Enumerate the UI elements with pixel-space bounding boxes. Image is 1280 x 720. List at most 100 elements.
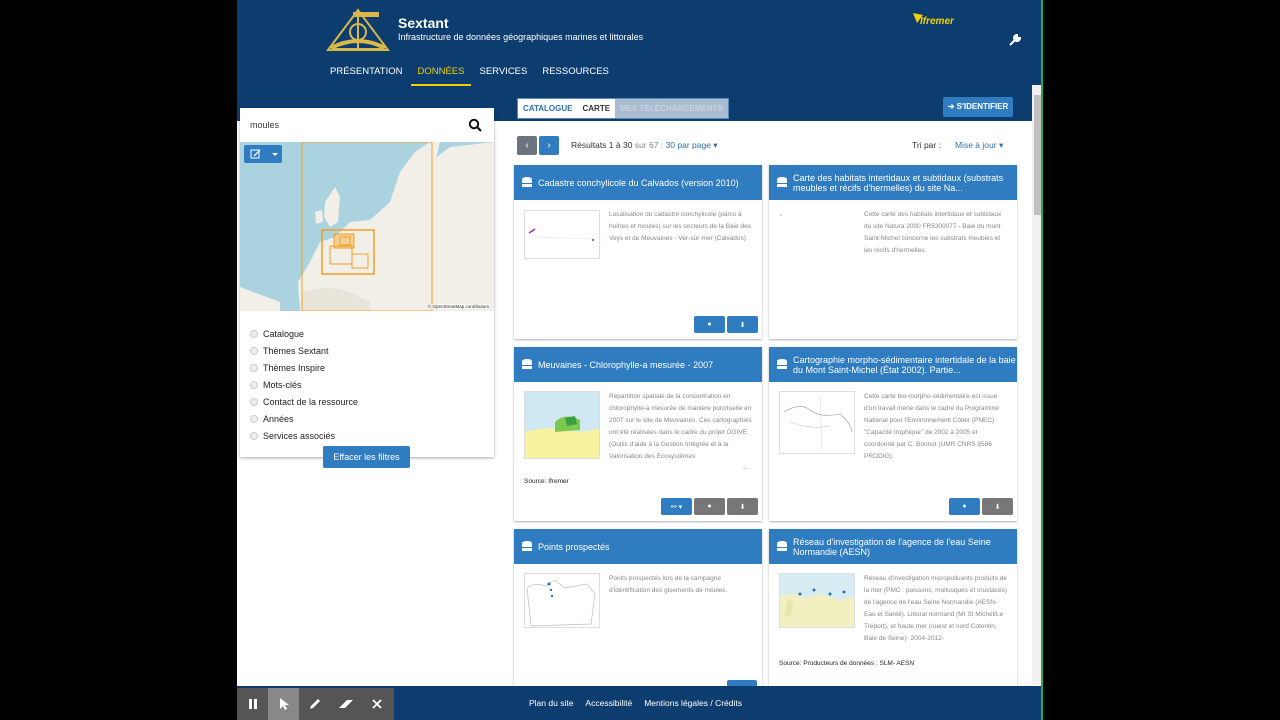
view-map-button[interactable]: ● — [694, 498, 725, 515]
facet-list: Catalogue Thèmes Sextant Thèmes Inspire … — [250, 325, 358, 444]
previous-page-button[interactable]: ‹ — [517, 136, 537, 155]
result-card[interactable]: Cadastre conchylicole du Calvados (versi… — [514, 165, 762, 339]
facet-label: Thèmes Sextant — [263, 345, 329, 356]
database-icon — [777, 176, 787, 187]
database-icon — [522, 358, 532, 369]
search-panel: © OpenStreetMap contributors Catalogue T… — [240, 108, 494, 468]
facet-label: Services associés — [263, 430, 336, 441]
results-summary: Résultats 1 à 30 sur 67 : 30 par page ▾ — [571, 140, 718, 151]
pause-button[interactable] — [237, 688, 268, 720]
card-title[interactable]: Meuvaines - Chlorophylle-a mesurée - 200… — [538, 360, 713, 370]
view-map-button[interactable]: ● — [694, 316, 725, 333]
card-title[interactable]: Points prospectés — [538, 542, 610, 552]
card-title[interactable]: Carte des habitats intertidaux et subtid… — [793, 173, 1017, 193]
card-header[interactable]: Réseau d'investigation de l'agence de l'… — [769, 529, 1017, 564]
site-name[interactable]: Sextant — [398, 15, 449, 31]
footer-link-accessibilite[interactable]: Accessibilité — [585, 698, 632, 708]
card-description: Localisation du cadastre conchylicole (p… — [609, 211, 751, 242]
card-description: Répartition spatiale de la concentration… — [609, 393, 752, 460]
eraser-icon — [338, 700, 353, 708]
card-header[interactable]: Meuvaines - Chlorophylle-a mesurée - 200… — [514, 347, 762, 382]
facet-services-associes[interactable]: Services associés — [250, 427, 358, 444]
view-map-button[interactable]: ● — [949, 498, 980, 515]
facet-bullet-icon — [250, 329, 258, 338]
result-card[interactable]: Réseau d'investigation de l'agence de l'… — [769, 529, 1017, 686]
facet-themes-inspire[interactable]: Thèmes Inspire — [250, 359, 358, 376]
facet-label: Catalogue — [263, 328, 305, 339]
caret-down-icon: ▾ — [996, 140, 1004, 150]
scroll-thumb[interactable] — [1034, 95, 1041, 215]
card-thumbnail — [524, 391, 600, 459]
nav-services[interactable]: SERVICES — [472, 63, 534, 86]
facet-themes-sextant[interactable]: Thèmes Sextant — [250, 342, 358, 359]
sign-in-icon: ➜ — [947, 102, 957, 111]
facet-label: Contact de la ressource — [263, 396, 359, 407]
facet-contact[interactable]: Contact de la ressource — [250, 393, 358, 410]
card-source: Source: Ifremer — [524, 478, 569, 485]
card-header[interactable]: Cartographie morpho-sédimentaire interti… — [769, 347, 1017, 382]
thumbnail-image — [526, 579, 596, 627]
login-button[interactable]: ➜ S'IDENTIFIER — [943, 97, 1013, 117]
sort-value: Mise à jour — [955, 140, 997, 150]
sort-dropdown[interactable]: Mise à jour ▾ — [955, 140, 1003, 151]
ifremer-logo[interactable]: Ifremer — [913, 13, 959, 29]
pen-tool-button[interactable] — [299, 688, 330, 720]
per-page-dropdown[interactable]: 30 par page — [666, 140, 711, 150]
map-credit[interactable]: © OpenStreetMap contributors — [426, 304, 490, 309]
card-header[interactable]: Points prospectés — [514, 529, 762, 564]
result-card[interactable]: Meuvaines - Chlorophylle-a mesurée - 200… — [514, 347, 762, 521]
nav-ressources[interactable]: RESSOURCES — [535, 63, 616, 86]
pointer-tool-button[interactable] — [268, 688, 299, 720]
search-input[interactable] — [250, 117, 450, 133]
wrench-icon[interactable] — [1008, 33, 1022, 47]
sextant-logo[interactable] — [323, 4, 393, 56]
download-button[interactable]: ⬇ — [727, 316, 758, 333]
card-title[interactable]: Cartographie morpho-sédimentaire interti… — [793, 355, 1017, 375]
next-page-button[interactable]: › — [539, 136, 559, 155]
login-label: S'IDENTIFIER — [956, 102, 1009, 111]
footer-link-plan-du-site[interactable]: Plan du site — [529, 698, 573, 708]
results-range: Résultats 1 à 30 — [571, 140, 633, 150]
card-header[interactable]: Carte des habitats intertidaux et subtid… — [769, 165, 1017, 200]
facet-bullet-icon — [250, 363, 258, 372]
result-card[interactable]: Cartographie morpho-sédimentaire interti… — [769, 347, 1017, 521]
tab-catalogue[interactable]: CATALOGUE — [518, 99, 578, 118]
search-icon[interactable] — [468, 118, 482, 132]
thumbnail-image — [783, 393, 853, 453]
database-icon — [777, 540, 787, 551]
card-header[interactable]: Cadastre conchylicole du Calvados (versi… — [514, 165, 762, 200]
card-source: Source: Producteurs de données : SLM- AE… — [779, 660, 915, 667]
tab-carte[interactable]: CARTE — [577, 99, 616, 118]
draw-extent-button[interactable] — [244, 145, 282, 163]
card-thumbnail — [524, 573, 600, 628]
facet-annees[interactable]: Années — [250, 410, 358, 427]
nav-presentation[interactable]: PRÉSENTATION — [323, 63, 410, 86]
card-actions: ⚯ ▾ ● ⬇ — [659, 498, 758, 515]
result-card[interactable]: Carte des habitats intertidaux et subtid… — [769, 165, 1017, 339]
card-title[interactable]: Cadastre conchylicole du Calvados (versi… — [538, 178, 739, 188]
download-button[interactable]: ⬇ — [727, 498, 758, 515]
cursor-icon — [279, 698, 289, 710]
links-dropdown-button[interactable]: ⚯ ▾ — [661, 498, 692, 515]
card-thumbnail — [524, 210, 600, 259]
facet-label: Mots-clés — [263, 379, 302, 390]
database-icon — [777, 358, 787, 369]
thumbnail-image — [780, 574, 854, 627]
database-icon — [522, 540, 532, 551]
card-thumbnail — [779, 573, 855, 628]
card-title[interactable]: Réseau d'investigation de l'agence de l'… — [793, 537, 1017, 557]
result-card[interactable]: Points prospectés Points prospectés lors… — [514, 529, 762, 686]
eraser-tool-button[interactable] — [330, 688, 361, 720]
facet-bullet-icon — [250, 397, 258, 406]
clear-filters-button[interactable]: Effacer les filtres — [323, 446, 410, 468]
more-indicator[interactable]: ... — [742, 464, 747, 471]
download-button[interactable]: ⬇ — [982, 498, 1013, 515]
tab-mes-telechargements[interactable]: MES TÉLÉCHARGEMENTS — [615, 99, 728, 118]
nav-donnees[interactable]: DONNÉES — [410, 63, 472, 86]
facet-catalogue[interactable]: Catalogue — [250, 325, 358, 342]
close-icon — [371, 699, 382, 709]
facet-mots-cles[interactable]: Mots-clés — [250, 376, 358, 393]
extent-map[interactable]: © OpenStreetMap contributors — [240, 142, 494, 311]
close-toolbar-button[interactable] — [361, 688, 392, 720]
footer-link-mentions-legales[interactable]: Mentions légales / Crédits — [644, 698, 742, 708]
